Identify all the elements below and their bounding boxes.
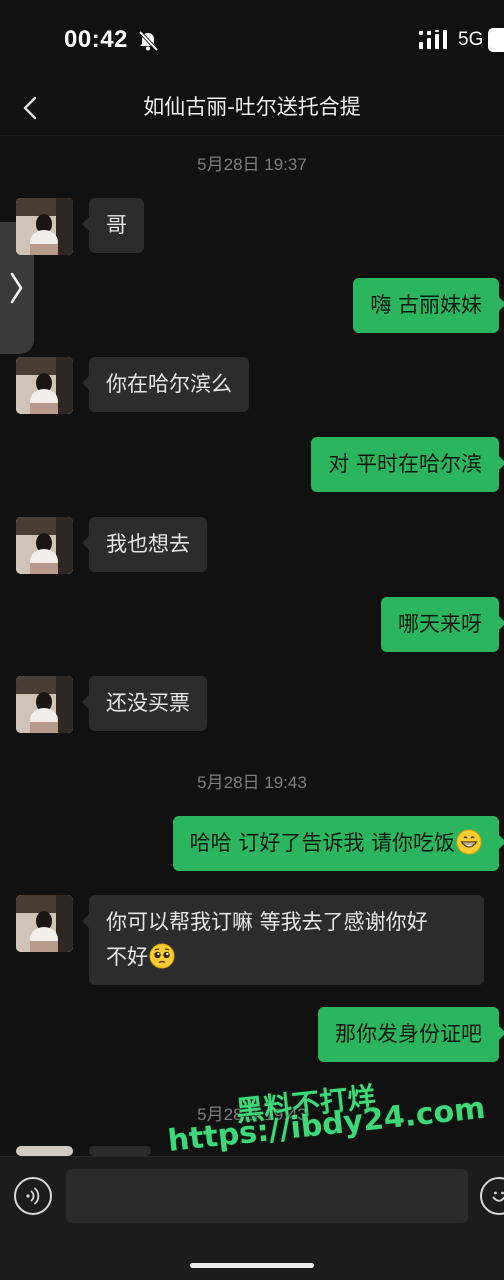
message-bubble-outgoing[interactable]: 那你发身份证吧 [318,1007,504,1062]
message-bubble-incoming[interactable] [82,1146,151,1179]
message-bubble-outgoing[interactable]: 哪天来呀 [381,597,504,652]
message-bubble-incoming[interactable]: 你可以帮我订嘛 等我去了感谢你好 不好 [82,895,484,985]
chevron-right-icon [10,272,23,304]
pleading-face-icon [149,943,175,969]
voice-button[interactable] [14,1177,52,1215]
chat-header: 如仙古丽-吐尔送托合提 [0,80,504,136]
message-bubble-incoming[interactable]: 你在哈尔滨么 [82,357,249,412]
message-bubble-outgoing[interactable]: 嗨 古丽妹妹 [353,278,504,333]
network-type: 5G [458,29,484,50]
avatar[interactable] [16,895,73,952]
message-text-line: 不好 [106,945,148,969]
message-bubble-incoming[interactable]: 哥 [82,198,144,253]
message-bubble-incoming[interactable]: 我也想去 [82,517,207,572]
message-text-line: 你可以帮我订嘛 等我去了感谢你好 [106,910,428,934]
status-time: 00:42 [64,26,128,53]
emoji-button[interactable] [480,1177,504,1215]
message-timestamp: 5月28日 19:43 [197,1105,307,1124]
voice-icon [26,1187,40,1205]
chevron-left-icon[interactable] [14,88,48,128]
message-bubble-outgoing[interactable]: 哈哈 订好了告诉我 请你吃饭 [172,816,504,871]
message-input[interactable] [66,1169,468,1223]
message-bubble-incoming[interactable]: 还没买票 [82,676,207,731]
avatar[interactable] [16,357,73,414]
battery-icon [488,28,504,52]
status-bar: 00:42 5G [0,0,504,80]
message-bubble-outgoing[interactable]: 对 平时在哈尔滨 [311,437,504,492]
signal-icon [419,30,447,49]
grinning-face-icon [456,829,482,855]
bell-muted-icon [138,30,159,52]
message-timestamp: 5月28日 19:37 [197,155,307,174]
avatar[interactable] [16,517,73,574]
chat-title: 如仙古丽-吐尔送托合提 [143,95,361,119]
message-timestamp: 5月28日 19:43 [197,773,307,792]
input-bar [0,1156,504,1280]
emoji-icon [492,1191,504,1202]
home-indicator [190,1263,314,1268]
message-text: 哈哈 订好了告诉我 请你吃饭 [189,831,455,855]
avatar[interactable] [16,1146,73,1156]
avatar[interactable] [16,676,73,733]
avatar[interactable] [16,198,73,255]
